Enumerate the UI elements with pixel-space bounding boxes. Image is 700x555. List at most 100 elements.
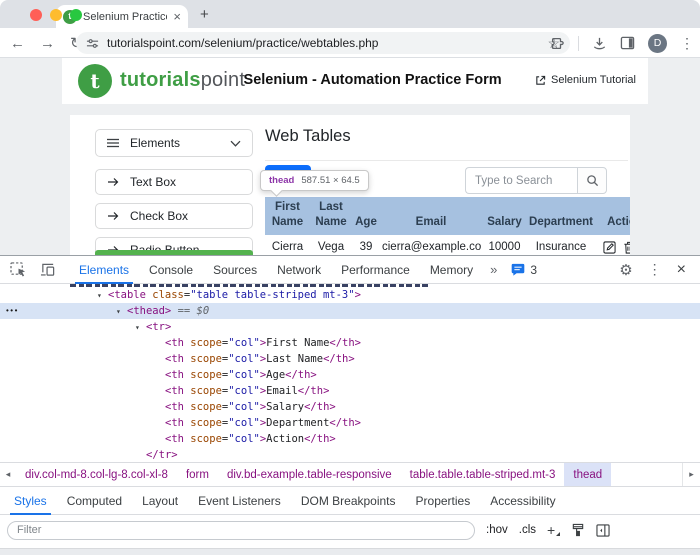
- tutorialspoint-logo[interactable]: t: [78, 64, 112, 98]
- panel-tab-dom-breakpoints[interactable]: DOM Breakpoints: [291, 487, 406, 515]
- panel-tab-styles[interactable]: Styles: [4, 487, 57, 515]
- expand-arrow-icon[interactable]: ▾: [116, 304, 127, 320]
- site-settings-icon[interactable]: [86, 37, 99, 50]
- code-token: "col": [228, 369, 260, 381]
- code-line[interactable]: <th scope="col">First Name</th>: [0, 335, 700, 351]
- browser-toolbar: ← → ↻ tutorialspoint.com/selenium/practi…: [0, 28, 700, 58]
- window-zoom-button[interactable]: [70, 9, 82, 21]
- code-token: <th: [165, 369, 184, 381]
- toggle-sidebar-icon[interactable]: [596, 524, 610, 537]
- code-token: "col": [228, 417, 260, 429]
- toggle-class-button[interactable]: .cls: [519, 524, 536, 536]
- panel-tab-accessibility[interactable]: Accessibility: [480, 487, 565, 515]
- new-tab-button[interactable]: +: [200, 6, 209, 23]
- code-token: == $0: [171, 305, 209, 317]
- code-token: Last Name: [266, 353, 323, 365]
- search-button[interactable]: [577, 167, 607, 194]
- code-line[interactable]: <th scope="col">Department</th>: [0, 415, 700, 431]
- breadcrumb-item[interactable]: div.bd-example.table-responsive: [218, 463, 401, 486]
- devtools-menu-icon[interactable]: ⋮: [648, 261, 662, 278]
- breadcrumb-prev-icon[interactable]: ◂: [0, 463, 16, 486]
- new-style-rule-button[interactable]: +: [547, 522, 560, 538]
- more-tabs-chevron[interactable]: »: [483, 262, 504, 277]
- code-line[interactable]: <th scope="col">Salary</th>: [0, 399, 700, 415]
- panel-tab-layout[interactable]: Layout: [132, 487, 188, 515]
- right-arrow-icon: [107, 177, 119, 187]
- code-token: scope: [184, 369, 222, 381]
- extensions-icon[interactable]: [550, 36, 565, 51]
- window-minimize-button[interactable]: [50, 9, 62, 21]
- code-line[interactable]: <th scope="col">Action</th>: [0, 431, 700, 447]
- table-cell: cierra@example.com: [380, 235, 482, 255]
- table-cell: 10000: [482, 235, 527, 255]
- panel-tab-event-listeners[interactable]: Event Listeners: [188, 487, 291, 515]
- code-token: class: [146, 289, 184, 301]
- devtools-tab-sources[interactable]: Sources: [203, 256, 267, 284]
- toggle-hover-state-button[interactable]: :hov: [486, 524, 508, 536]
- selenium-tutorial-link[interactable]: Selenium Tutorial: [535, 74, 636, 86]
- back-icon[interactable]: ←: [10, 35, 25, 52]
- devtools-settings-icon[interactable]: ⚙: [619, 261, 632, 279]
- delete-icon[interactable]: [623, 241, 630, 254]
- devtools-close-icon[interactable]: ×: [677, 261, 686, 279]
- code-token: scope: [184, 337, 222, 349]
- indent-spacer: [154, 352, 165, 368]
- browser-window: t Selenium Practice - Web Tabl × + ← → ↻…: [0, 0, 700, 555]
- code-line[interactable]: ▾<tr>: [0, 319, 700, 335]
- devtools-tab-performance[interactable]: Performance: [331, 256, 420, 284]
- devtools-tab-elements[interactable]: Elements: [69, 256, 139, 284]
- code-token: scope: [184, 433, 222, 445]
- device-toolbar-icon[interactable]: [40, 262, 56, 277]
- column-header: Last Name: [310, 197, 352, 235]
- inspect-element-icon[interactable]: [10, 262, 27, 277]
- window-close-button[interactable]: [30, 9, 42, 21]
- rendering-emulations-icon[interactable]: [571, 523, 585, 537]
- expand-arrow-icon[interactable]: ▾: [135, 320, 146, 336]
- tab-close-icon[interactable]: ×: [173, 10, 181, 23]
- indent-spacer: [154, 368, 165, 384]
- brand-wordmark[interactable]: tutorialspoint: [120, 69, 245, 92]
- downloads-icon[interactable]: [592, 36, 607, 51]
- expand-arrow-icon[interactable]: ▾: [97, 288, 108, 304]
- url-text[interactable]: tutorialspoint.com/selenium/practice/web…: [107, 36, 539, 50]
- breadcrumb-item[interactable]: form: [177, 463, 218, 486]
- browser-menu-icon[interactable]: ⋮: [680, 35, 694, 52]
- elements-accordion-header[interactable]: Elements: [95, 129, 253, 157]
- devtools-tab-network[interactable]: Network: [267, 256, 331, 284]
- messages-indicator[interactable]: 3: [504, 263, 544, 277]
- breadcrumb-next-icon[interactable]: ▸: [682, 463, 700, 486]
- sidebar-item-label: Text Box: [130, 175, 176, 189]
- code-line[interactable]: ▾<table class="table table-striped mt-3"…: [0, 287, 700, 303]
- sidebar-item-check-box[interactable]: Check Box: [95, 203, 253, 229]
- column-header: Action: [595, 197, 630, 235]
- breadcrumb-item[interactable]: div.col-md-8.col-lg-8.col-xl-8: [16, 463, 177, 486]
- address-bar[interactable]: tutorialspoint.com/selenium/practice/web…: [76, 32, 570, 54]
- sidebar-item-text-box[interactable]: Text Box: [95, 169, 253, 195]
- code-line[interactable]: •••▾<thead> == $0: [0, 303, 700, 319]
- code-token: "table table-striped mt-3": [190, 289, 354, 301]
- code-token: "col": [228, 401, 260, 413]
- web-table: First NameLast NameAgeEmailSalaryDepartm…: [265, 197, 630, 255]
- code-line[interactable]: <th scope="col">Email</th>: [0, 383, 700, 399]
- breadcrumb-item[interactable]: table.table.table-striped.mt-3: [401, 463, 565, 486]
- profile-avatar[interactable]: D: [648, 34, 667, 53]
- forward-icon[interactable]: →: [40, 35, 55, 52]
- code-token: scope: [184, 417, 222, 429]
- side-panel-icon[interactable]: [620, 36, 635, 50]
- code-line[interactable]: <th scope="col">Last Name</th>: [0, 351, 700, 367]
- devtools-tab-memory[interactable]: Memory: [420, 256, 483, 284]
- panel-tab-properties[interactable]: Properties: [406, 487, 481, 515]
- indent-spacer: [154, 384, 165, 400]
- code-line[interactable]: <th scope="col">Age</th>: [0, 367, 700, 383]
- edit-icon[interactable]: [603, 241, 616, 254]
- styles-filter-input[interactable]: [7, 521, 475, 540]
- code-line[interactable]: </tr>: [0, 447, 700, 462]
- devtools-tab-console[interactable]: Console: [139, 256, 203, 284]
- search-input[interactable]: [465, 167, 577, 194]
- breadcrumb-item[interactable]: thead: [564, 463, 611, 486]
- panel-tab-computed[interactable]: Computed: [57, 487, 132, 515]
- accordion-label: Elements: [130, 136, 180, 150]
- table-row[interactable]: CierraVega39cierra@example.com10000Insur…: [265, 235, 630, 255]
- code-token: Email: [266, 385, 298, 397]
- table-cell: Cierra: [265, 235, 310, 255]
